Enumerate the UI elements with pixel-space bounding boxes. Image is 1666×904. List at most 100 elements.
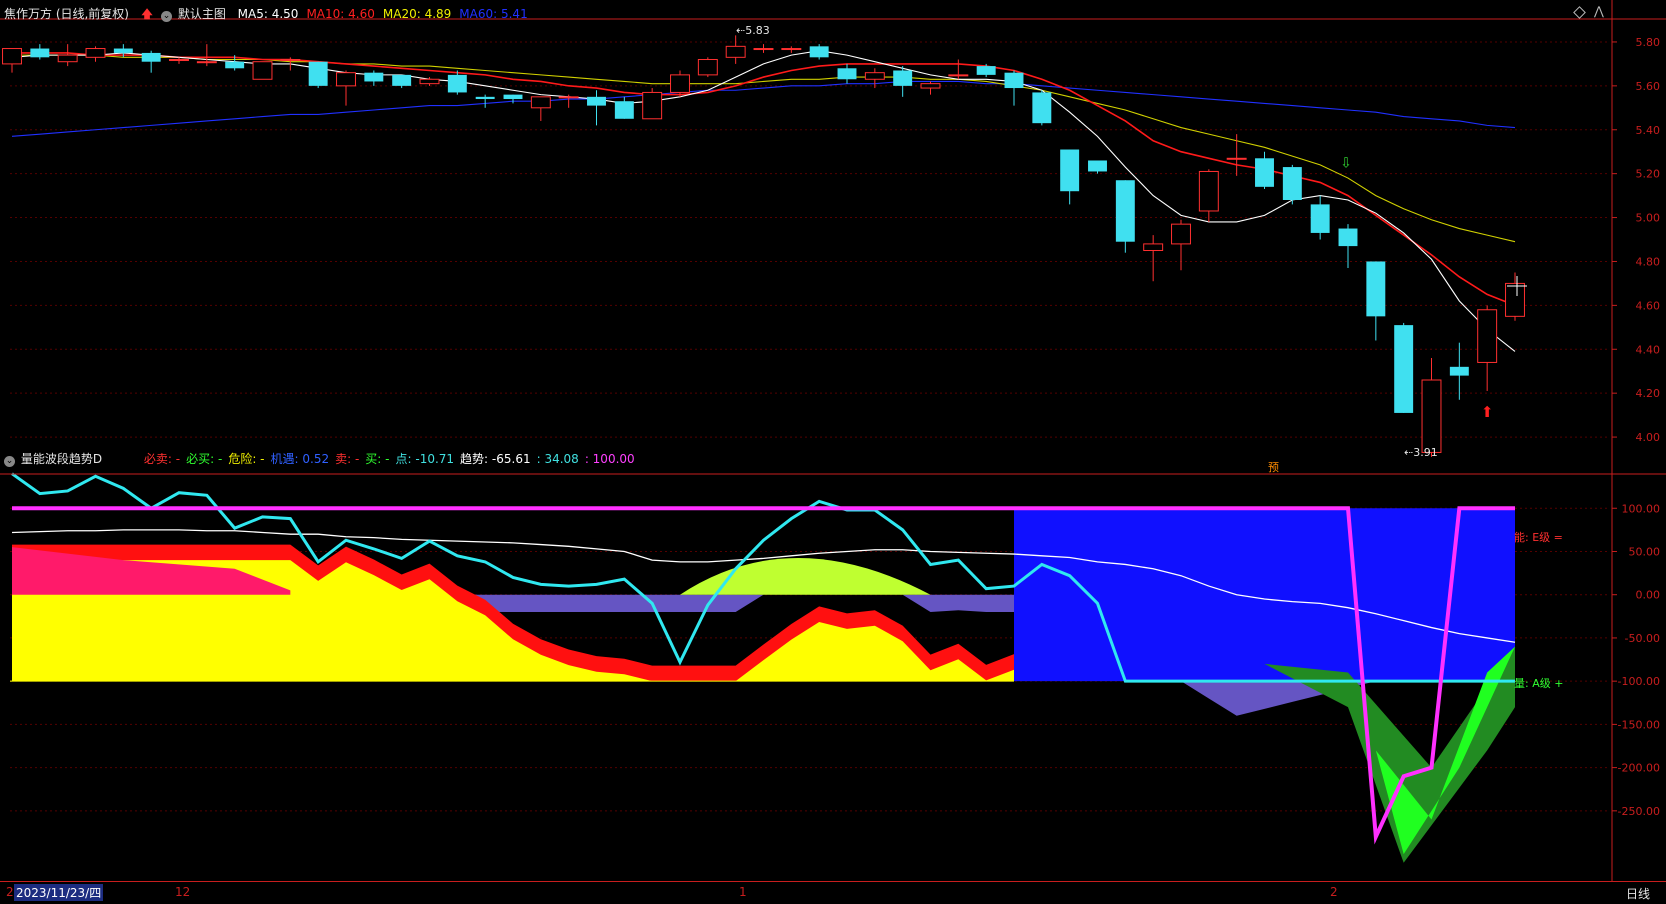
stock-chart-window: ⇩ ⬆ 5.80 5.60 5.40 5.20 5.00 4.80 4.60 4.40 4.20 4… [0,0,1666,904]
indicator-tick-label: -150.00 [1618,718,1660,731]
month-label-dec: 12 [175,885,191,899]
ma5-line [11,50,1516,352]
grid-layer [10,41,1610,812]
volume-level-label: 量: A级 + [1514,677,1564,690]
stock-title[interactable]: 焦作万方 (日线,前复权) [4,7,129,21]
price-tick-label: 5.20 [1636,168,1661,181]
price-tick-label: 5.00 [1636,212,1661,225]
candle-body [530,96,551,109]
indicator-legend-item: 趋势: -65.61 [460,452,531,466]
candle-body [976,66,996,75]
forecast-badge: 预 [1268,461,1279,474]
candle-body [781,48,802,51]
candle-body [85,48,106,58]
candle-body [2,48,22,65]
candle-body [1226,157,1247,160]
price-tick-label: 5.80 [1636,36,1661,49]
candle-body [809,46,829,58]
indicator-legend-item: : 100.00 [584,452,635,466]
main-header: 焦作万方 (日线,前复权) 🡅 ⌄ 默认主图 MA5: 4.50 MA10: 4.… [4,5,528,26]
energy-level-label: 能: E级 = [1514,531,1563,544]
candle-body [864,72,885,80]
bottom-bar: 2 2023/11/23/四 12 1 2 日线 [0,881,1666,904]
price-tick-label: 4.60 [1636,299,1661,312]
candle-body [558,96,579,99]
candle-body [614,101,634,119]
lime-hump-area [680,557,931,595]
ma-legend-item: MA10: 4.60 [306,7,375,21]
price-tick-label: 4.40 [1636,343,1661,356]
indicator-legend-item: 危险: - [228,452,265,466]
period-label[interactable]: 日线 [1626,885,1650,902]
candle-body [1115,180,1135,242]
candle-body [113,48,133,53]
candle-body [503,94,523,100]
candle-body [948,74,969,77]
indicator-legend-item: 卖: - [335,452,360,466]
indicator-tick-label: -200.00 [1618,762,1660,775]
expand-icon[interactable]: ⌄ [161,11,172,22]
indicator-header: ⌄ 量能波段趋势D 必卖: - 必买: - 危险: - 机遇: 0.52 卖: - 买: … [4,450,641,467]
indicator-legend-item: 必买: - [186,452,223,466]
indicator-layer [10,472,1516,863]
date-cursor-label: 2023/11/23/四 [14,884,104,901]
candle-body [308,61,328,86]
indicator-legend-item: 必卖: - [143,452,181,466]
month-label-jan: 1 [739,885,747,899]
candle-body [141,52,161,62]
candle-body [30,48,50,58]
up-arrow-icon: ⬆ [1481,403,1494,421]
candle-body [1421,379,1442,453]
candle-body [1088,160,1107,172]
first-tick-label: 2 [6,885,14,899]
low-price-label: ⇠3.91 [1404,446,1438,459]
candle-body [1032,92,1052,124]
candle-body [169,59,189,62]
axis-layer: 5.80 5.60 5.40 5.20 5.00 4.80 4.60 4.40 4.20 4.00… [0,0,1666,881]
price-tick-label: 5.60 [1636,80,1661,93]
ma20-line [12,54,1516,243]
candle-body [225,61,245,69]
candle-body [196,61,217,64]
candle-body [336,72,356,87]
candle-body [447,74,467,93]
candle-body [920,83,941,89]
ma-legend: MA5: 4.50 MA10: 4.60 MA20: 4.89 MA60: 5.41 [230,7,528,21]
indicator-tick-label: -250.00 [1618,805,1660,818]
candle-body [1394,325,1414,413]
candle-body [475,96,495,100]
ma-legend-item: MA60: 5.41 [459,7,528,21]
expand-icon[interactable]: ⌄ [4,456,15,467]
indicator-tick-label: 50.00 [1629,545,1661,558]
indicator-legend-item: : 34.08 [536,452,579,466]
candle-body [1366,261,1386,317]
candle-body [1060,149,1080,192]
candle-body [670,74,690,93]
template-label[interactable]: 默认主图 [178,7,226,21]
candle-body [1282,167,1302,200]
indicator-tick-label: 0.00 [1636,589,1661,602]
candle-body [280,59,301,62]
indicator-tick-label: -100.00 [1618,675,1660,688]
high-price-label: ⇠5.83 [736,24,770,37]
collapse-icon[interactable]: ⋀ [1594,4,1604,18]
price-tick-label: 5.40 [1636,124,1661,137]
price-tick-label: 4.20 [1636,387,1661,400]
candle-body [1477,309,1498,363]
indicator-tick-label: 100.00 [1622,502,1661,515]
indicator-tick-label: -50.00 [1625,632,1660,645]
month-label-feb: 2 [1330,885,1338,899]
candle-body [697,59,718,76]
indicator-name[interactable]: 量能波段趋势D [21,452,102,466]
ma60-line [11,80,1516,137]
candle-body [1338,228,1358,247]
candle-body [392,74,412,86]
candle-body [893,70,913,86]
candle-body [57,54,78,63]
candle-body [1004,72,1024,89]
candle-body [1143,243,1164,251]
candle-body [587,96,606,106]
candle-body [725,45,746,58]
indicator-legend-item: 点: -10.71 [395,452,455,466]
candle-body [364,72,384,82]
